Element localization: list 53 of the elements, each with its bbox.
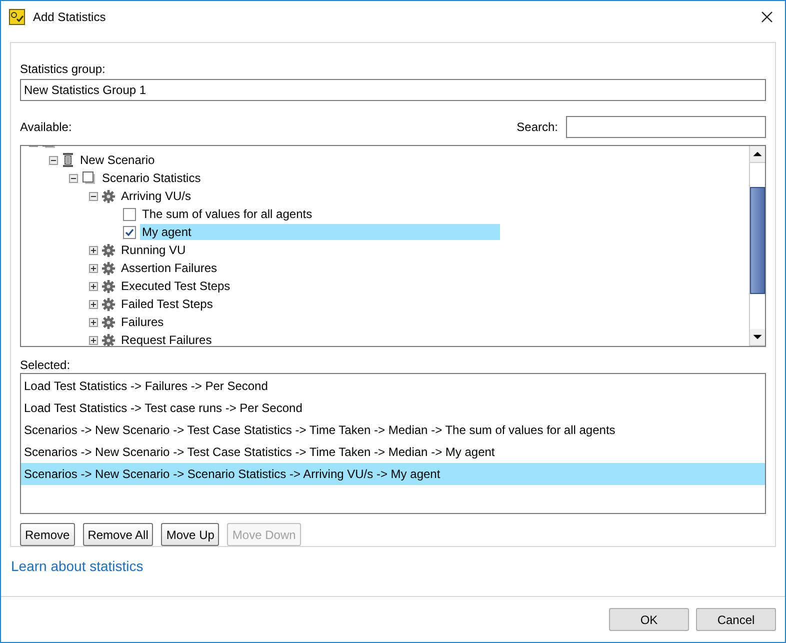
field-label: Statistics group: [20, 62, 106, 76]
collapse-icon[interactable] [69, 174, 78, 183]
expand-icon[interactable] [89, 300, 98, 309]
tree-item[interactable]: My agent [140, 224, 500, 240]
collapse-icon[interactable] [89, 192, 98, 201]
list-button[interactable]: Remove [20, 523, 75, 546]
list-button[interactable]: Remove All [82, 523, 154, 546]
tree-item[interactable]: Running VU [119, 242, 188, 258]
scrollbar[interactable] [749, 146, 765, 346]
tree-item[interactable]: Failures [119, 314, 166, 330]
list-item[interactable]: Scenarios -> New Scenario -> Test Case Statistics -> Time Taken -> Median -> The sum of values for all agents [21, 419, 765, 442]
gear-icon [102, 244, 115, 257]
gear-icon [102, 262, 115, 275]
list-item[interactable]: Scenarios -> New Scenario -> Scenario Statistics -> Arriving VU/s -> My agent [21, 463, 765, 486]
help-link[interactable]: Learn about statistics [11, 558, 144, 574]
list-item[interactable]: Load Test Statistics -> Failures -> Per Second [21, 375, 765, 398]
window-icon [82, 171, 96, 186]
scroll-up-icon[interactable] [750, 146, 765, 164]
collapse-icon[interactable] [49, 156, 58, 165]
close-icon[interactable] [761, 10, 773, 22]
expand-icon[interactable] [89, 282, 98, 291]
gear-icon [102, 280, 115, 293]
expand-icon[interactable] [89, 336, 98, 345]
field-label: Available: [20, 120, 73, 134]
server-icon [62, 153, 74, 168]
checkbox[interactable] [123, 226, 136, 239]
tree-item[interactable]: New Scenario [78, 152, 157, 168]
list-button[interactable]: Move Up [161, 523, 220, 546]
input-field[interactable]: New Statistics Group 1 [20, 79, 766, 102]
checkbox[interactable] [123, 208, 136, 221]
list-item[interactable]: Load Test Statistics -> Test case runs -> Per Second [21, 397, 765, 420]
tree-item[interactable]: Failed Test Steps [119, 296, 215, 312]
tree-item[interactable]: Scenario Statistics [100, 170, 203, 186]
search-label: Search: [516, 120, 558, 134]
app-icon [9, 8, 25, 24]
tree-item[interactable]: Arriving VU/s [119, 188, 194, 204]
search-field[interactable] [566, 116, 766, 138]
tree-item[interactable]: The sum of values for all agents [140, 206, 500, 222]
gear-icon [102, 190, 115, 203]
expand-icon[interactable] [89, 246, 98, 255]
gear-icon [102, 298, 115, 311]
dialog-button[interactable]: Cancel [696, 608, 776, 631]
list-item[interactable]: Scenarios -> New Scenario -> Test Case Statistics -> Time Taken -> Median -> My agent [21, 441, 765, 464]
scroll-down-icon[interactable] [750, 329, 765, 346]
field-label: Selected: [20, 358, 72, 372]
gear-icon [102, 334, 115, 346]
tree-item[interactable]: Assertion Failures [119, 260, 220, 276]
gear-icon [102, 316, 115, 329]
expand-icon[interactable] [89, 318, 98, 327]
dialog-button[interactable]: OK [609, 608, 689, 631]
window-title: Add Statistics [33, 10, 107, 24]
tree-item[interactable]: Executed Test Steps [119, 278, 232, 294]
expand-icon[interactable] [89, 264, 98, 273]
